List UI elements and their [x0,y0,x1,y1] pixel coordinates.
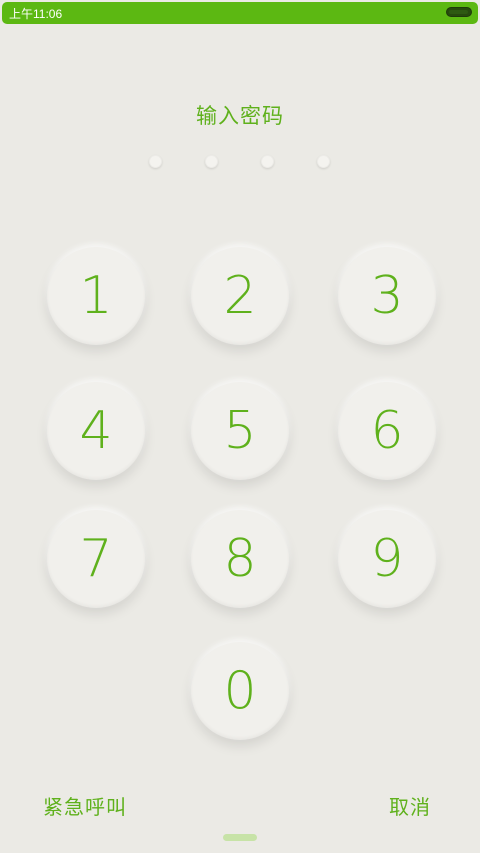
home-indicator[interactable] [223,834,257,841]
key-label: 0 [223,661,257,721]
key-1[interactable]: 1 [47,247,145,345]
key-0[interactable]: 0 [191,642,289,740]
emergency-call-button[interactable]: 紧急呼叫 [43,791,127,820]
key-label: 3 [370,266,404,326]
pin-indicator [0,155,480,171]
key-label: 1 [79,266,113,326]
key-2[interactable]: 2 [191,247,289,345]
status-time: 上午11:06 [9,7,63,21]
key-4[interactable]: 4 [47,382,145,480]
key-6[interactable]: 6 [338,382,436,480]
pin-dot [205,155,218,168]
key-label: 7 [79,529,113,589]
key-label: 8 [223,529,257,589]
key-7[interactable]: 7 [47,510,145,608]
key-5[interactable]: 5 [191,382,289,480]
pin-dot [149,155,162,168]
key-label: 9 [370,529,404,589]
key-3[interactable]: 3 [338,247,436,345]
battery-icon [446,7,472,17]
key-label: 2 [223,266,257,326]
key-9[interactable]: 9 [338,510,436,608]
key-label: 4 [79,401,113,461]
pin-dot [261,155,274,168]
page-title: 输入密码 [196,104,284,128]
pin-dot [317,155,330,168]
cancel-button[interactable]: 取消 [389,791,431,820]
key-label: 6 [370,401,404,461]
key-8[interactable]: 8 [191,510,289,608]
status-bar: 上午11:06 [2,2,478,24]
key-label: 5 [223,401,257,461]
lock-screen: 上午11:06 输入密码 1 2 3 4 5 6 7 8 9 0 紧急呼叫 取消 [0,0,480,853]
